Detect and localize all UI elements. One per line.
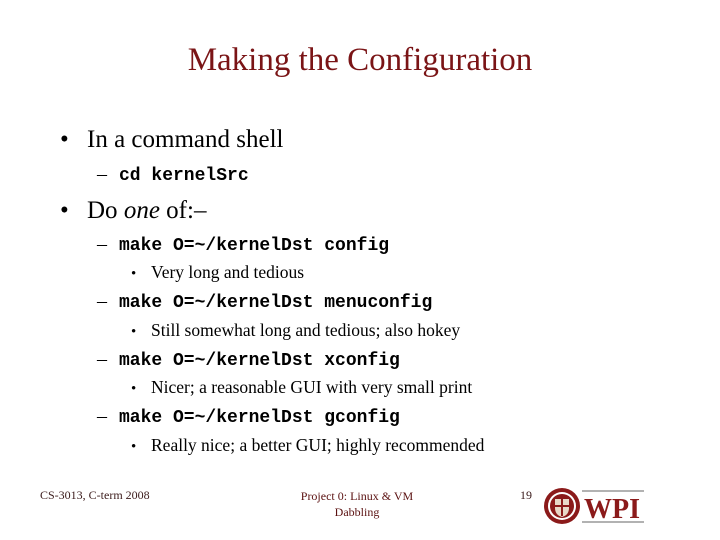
bullet-icon: • — [131, 266, 137, 282]
bullet-text: In a command shell — [87, 126, 284, 153]
footer-course: CS-3013, C-term 2008 — [40, 488, 150, 502]
bullet-icon: • — [60, 126, 69, 153]
dash-icon: – — [97, 163, 107, 185]
wpi-seal-icon — [544, 488, 580, 524]
sub-item-gconfig: – make O=~/kernelDst gconfig — [97, 405, 400, 428]
dash-icon: – — [97, 233, 107, 255]
sub-item-cd: – cd kernelSrc — [97, 163, 249, 186]
dash-icon: – — [97, 290, 107, 312]
note-xconfig: • Nicer; a reasonable GUI with very small… — [131, 377, 473, 397]
code-make-menuconfig: make O=~/kernelDst menuconfig — [119, 293, 433, 313]
sub-item-config: – make O=~/kernelDst config — [97, 233, 389, 256]
dash-icon: – — [97, 348, 107, 370]
emphasis-one: one — [123, 197, 160, 224]
code-make-config: make O=~/kernelDst config — [119, 236, 390, 256]
sub-item-menuconfig: – make O=~/kernelDst menuconfig — [97, 290, 432, 313]
note-config: • Very long and tedious — [131, 262, 305, 282]
code-cd-kernelsrc: cd kernelSrc — [119, 166, 249, 186]
bullet-icon: • — [131, 324, 137, 340]
bullet-icon: • — [131, 381, 137, 397]
code-make-gconfig: make O=~/kernelDst gconfig — [119, 408, 400, 428]
dash-icon: – — [97, 405, 107, 427]
note-menuconfig: • Still somewhat long and tedious; also h… — [131, 320, 461, 340]
bullet-icon: • — [131, 439, 137, 455]
code-make-xconfig: make O=~/kernelDst xconfig — [119, 351, 400, 371]
logo-text: WPI — [584, 494, 640, 525]
bullet-do-one-of: • Do one of:– — [60, 197, 207, 224]
wpi-logo: WPI — [544, 488, 644, 525]
sub-item-xconfig: – make O=~/kernelDst xconfig — [97, 348, 400, 371]
note-gconfig: • Really nice; a better GUI; highly recom… — [131, 435, 485, 455]
page-number: 19 — [520, 488, 532, 502]
bullet-command-shell: • In a command shell — [60, 126, 283, 154]
footer-project: Project 0: Linux & VM Dabbling — [300, 489, 414, 519]
slide-title: Making the Configuration — [187, 42, 533, 78]
bullet-icon: • — [60, 197, 69, 224]
